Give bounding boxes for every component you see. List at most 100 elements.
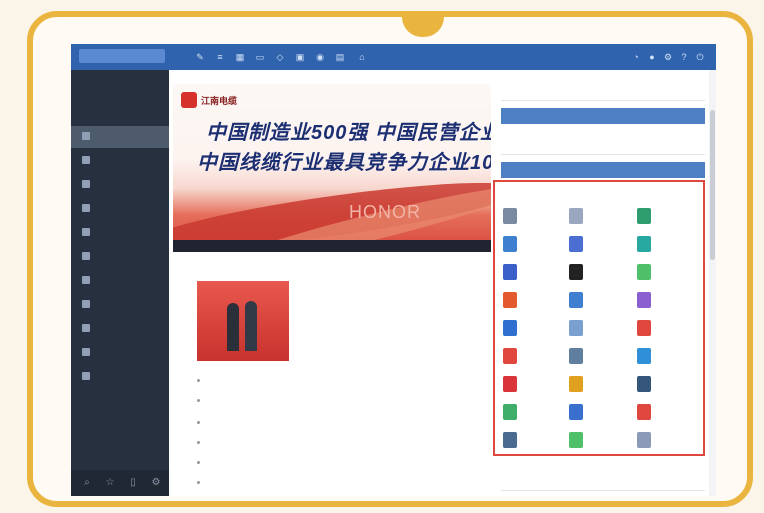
app-shortcut[interactable] [503, 206, 567, 228]
app-icon [569, 236, 583, 252]
chat-icon[interactable]: ◇ [275, 52, 285, 62]
scrollbar-thumb[interactable] [710, 110, 715, 260]
app-shortcut[interactable] [503, 346, 567, 368]
settings-icon [82, 348, 90, 357]
app-icon [503, 404, 517, 420]
sidebar-item[interactable] [71, 270, 169, 292]
app-shortcut[interactable] [637, 402, 701, 424]
app-shortcut[interactable] [503, 318, 567, 340]
app-icon [569, 432, 583, 448]
app-shortcut[interactable] [569, 262, 633, 284]
doc-icon [82, 156, 90, 165]
right-panel [493, 70, 709, 496]
app-shortcut[interactable] [637, 430, 701, 452]
news-banner[interactable]: 江南电缆 中国制造业500强 中国民营企业500强 中国线缆行业最具竞争力企业1… [173, 84, 491, 252]
app-shortcut[interactable] [637, 234, 701, 256]
section-divider [501, 154, 705, 155]
list-item[interactable] [197, 374, 397, 388]
list-item[interactable] [197, 436, 397, 450]
chart-icon [82, 300, 90, 309]
sidebar-item[interactable] [71, 150, 169, 172]
news-thumbnail[interactable] [197, 281, 289, 361]
app-icon [503, 432, 517, 448]
app-shortcut[interactable] [569, 430, 633, 452]
app-shortcut[interactable] [569, 234, 633, 256]
help-icon[interactable]: ? [679, 52, 689, 62]
app-icon [569, 264, 583, 280]
app-shortcut[interactable] [569, 318, 633, 340]
app-icon [503, 320, 517, 336]
folder-icon[interactable]: ▭ [255, 52, 265, 62]
app-shortcut[interactable] [503, 290, 567, 312]
sidebar-item[interactable] [71, 222, 169, 244]
app-icon [503, 208, 517, 224]
app-icon [637, 236, 651, 252]
app-icon [503, 264, 517, 280]
app-shortcut[interactable] [637, 262, 701, 284]
doc-icon[interactable]: ▤ [335, 52, 345, 62]
scrollbar[interactable] [709, 70, 716, 496]
menu-icon[interactable]: ≡ [215, 52, 225, 62]
app-shortcut[interactable] [569, 346, 633, 368]
app-shortcut[interactable] [569, 402, 633, 424]
app-shortcut[interactable] [569, 206, 633, 228]
list-item[interactable] [197, 456, 397, 470]
sidebar-item[interactable] [71, 342, 169, 364]
power-icon[interactable]: ⏻ [695, 52, 705, 62]
task-icon [82, 252, 90, 261]
sidebar-item[interactable] [71, 198, 169, 220]
folder-icon [82, 180, 90, 189]
app-shortcut[interactable] [637, 346, 701, 368]
app-icon [569, 208, 583, 224]
list-item[interactable] [197, 476, 397, 490]
grid-icon[interactable]: ▦ [235, 52, 245, 62]
people-icon[interactable]: ◉ [315, 52, 325, 62]
app-icon [637, 432, 651, 448]
company-logo-text: 江南电缆 [201, 96, 238, 106]
sidebar-item[interactable] [71, 318, 169, 340]
sidebar-item[interactable] [71, 294, 169, 316]
phone-icon[interactable]: ▯ [126, 476, 140, 490]
app-window: ✎ ≡ ▦ ▭ ◇ ▣ ◉ ▤ ⌂ ◔ ● ⚙ ? ⏻ ⌕ ☆ ▯ ⚙ 江南电缆… [71, 44, 716, 496]
star-icon[interactable]: ☆ [103, 476, 117, 490]
app-icon [503, 292, 517, 308]
section-divider [501, 490, 705, 491]
sidebar-item[interactable] [71, 366, 169, 388]
app-icon [637, 320, 651, 336]
portal-logo[interactable] [79, 49, 165, 63]
list-item[interactable] [197, 416, 397, 430]
app-shortcut[interactable] [503, 374, 567, 396]
gear-icon[interactable]: ⚙ [149, 476, 163, 490]
app-shortcut[interactable] [569, 374, 633, 396]
bell-icon[interactable]: ◔ [631, 52, 641, 62]
sidebar-item[interactable] [71, 174, 169, 196]
app-icon [637, 376, 651, 392]
sidebar-item[interactable] [71, 246, 169, 268]
list-item[interactable] [197, 394, 397, 408]
app-shortcut[interactable] [569, 290, 633, 312]
app-icon [569, 320, 583, 336]
app-shortcut[interactable] [503, 234, 567, 256]
quick-links-bar [501, 108, 705, 124]
app-shortcut[interactable] [637, 206, 701, 228]
app-shortcut[interactable] [637, 318, 701, 340]
user-icon[interactable]: ● [647, 52, 657, 62]
sidebar: ⌕ ☆ ▯ ⚙ [71, 70, 169, 496]
people-icon [82, 276, 90, 285]
app-shortcut[interactable] [637, 374, 701, 396]
app-icon [637, 292, 651, 308]
app-shortcut[interactable] [637, 290, 701, 312]
home-icon [82, 132, 90, 141]
home-icon[interactable]: ⌂ [357, 52, 367, 62]
sidebar-item-home[interactable] [71, 126, 169, 148]
app-shortcut[interactable] [503, 430, 567, 452]
banner-headline-1: 中国制造业500强 中国民营企业500强 [206, 122, 491, 144]
calendar-icon[interactable]: ▣ [295, 52, 305, 62]
app-shortcut[interactable] [503, 402, 567, 424]
app-shortcut[interactable] [503, 262, 567, 284]
pen-icon[interactable]: ✎ [195, 52, 205, 62]
app-icon [637, 208, 651, 224]
search-icon[interactable]: ⌕ [80, 476, 94, 490]
sidebar-footer: ⌕ ☆ ▯ ⚙ [71, 470, 169, 496]
settings-icon[interactable]: ⚙ [663, 52, 673, 62]
